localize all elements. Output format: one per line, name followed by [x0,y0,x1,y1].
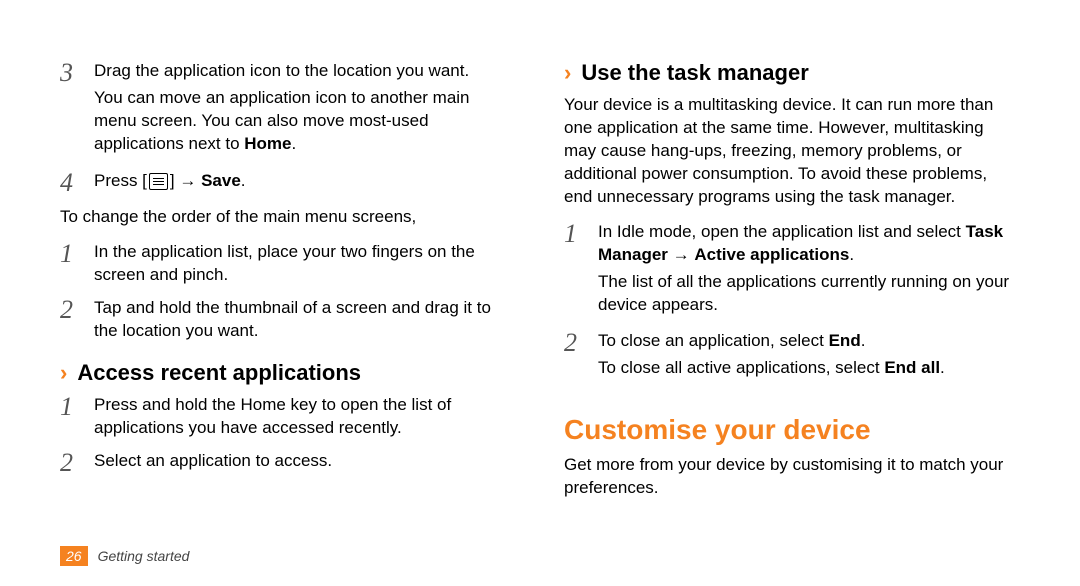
step-number: 2 [60,297,82,343]
step-text: Press and hold the Home key to open the … [94,394,516,440]
chevron-icon: › [564,62,571,84]
change-step-2: 2 Tap and hold the thumbnail of a screen… [60,297,516,343]
step-text: In Idle mode, open the application list … [598,221,1020,321]
tm-step-1: 1 In Idle mode, open the application lis… [564,221,1020,321]
task-manager-intro: Your device is a multitasking device. It… [564,94,1020,209]
step-number: 3 [60,60,82,160]
tm-step-2-line2: To close all active applications, select… [598,357,1020,380]
step-number: 1 [564,221,586,321]
recent-step-1: 1 Press and hold the Home key to open th… [60,394,516,440]
step-3-line2: You can move an application icon to anot… [94,87,516,156]
step-number: 4 [60,170,82,196]
task-manager-heading: › Use the task manager [564,60,1020,86]
change-step-1: 1 In the application list, place your tw… [60,241,516,287]
step-text: In the application list, place your two … [94,241,516,287]
step-text: Drag the application icon to the locatio… [94,60,516,160]
page-footer: 26 Getting started [60,546,189,566]
tm-step-1-line2: The list of all the applications current… [598,271,1020,317]
menu-icon [149,173,168,190]
customise-text: Get more from your device by customising… [564,454,1020,500]
step-3: 3 Drag the application icon to the locat… [60,60,516,160]
step-text: Press [] → Save. [94,170,516,196]
change-order-intro: To change the order of the main menu scr… [60,206,516,229]
footer-section: Getting started [98,548,190,564]
step-number: 2 [60,450,82,476]
heading-text: Access recent applications [77,360,361,386]
step-3-line1: Drag the application icon to the locatio… [94,60,516,83]
tm-step-1-line1: In Idle mode, open the application list … [598,221,1020,267]
page-body: 3 Drag the application icon to the locat… [0,0,1080,512]
chevron-icon: › [60,362,67,384]
recent-apps-heading: › Access recent applications [60,360,516,386]
recent-step-2: 2 Select an application to access. [60,450,516,476]
right-column: › Use the task manager Your device is a … [564,60,1020,512]
customise-title: Customise your device [564,414,1020,446]
tm-step-2: 2 To close an application, select End. T… [564,330,1020,384]
step-number: 1 [60,241,82,287]
step-number: 2 [564,330,586,384]
tm-step-2-line1: To close an application, select End. [598,330,1020,353]
heading-text: Use the task manager [581,60,808,86]
step-text: Tap and hold the thumbnail of a screen a… [94,297,516,343]
step-number: 1 [60,394,82,440]
step-4: 4 Press [] → Save. [60,170,516,196]
step-text: To close an application, select End. To … [598,330,1020,384]
page-number: 26 [60,546,88,566]
left-column: 3 Drag the application icon to the locat… [60,60,516,512]
step-text: Select an application to access. [94,450,516,476]
